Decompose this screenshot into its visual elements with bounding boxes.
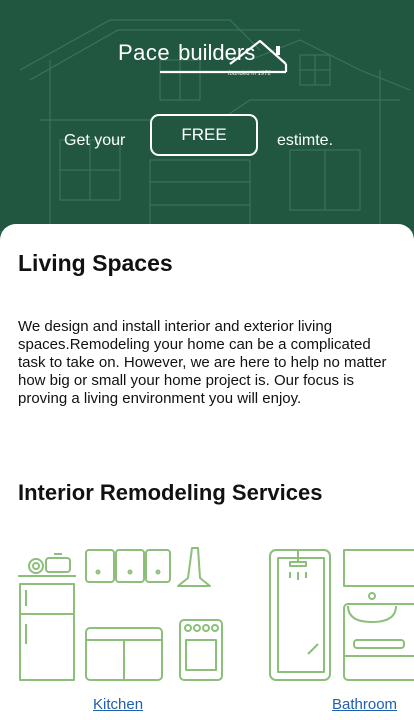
logo-brand-first: Pace [118,40,171,65]
pace-builders-logo[interactable]: Pace builders founded in 1972 [118,36,300,86]
logo-wordmark: Pace builders [118,40,255,66]
content-card: Living Spaces We design and install inte… [0,224,414,720]
kitchen-icon[interactable] [14,544,254,684]
kitchen-link[interactable]: Kitchen [93,696,143,713]
hero-banner: Pace builders founded in 1972 Get your FR… [0,0,414,250]
bathroom-link[interactable]: Bathroom [332,696,397,713]
services-heading: Interior Remodeling Services [18,480,323,505]
free-estimate-button[interactable]: FREE [150,114,258,156]
bathroom-icon[interactable] [268,544,414,684]
logo-brand-second: builders [178,40,256,65]
page-title: Living Spaces [18,250,173,276]
cta-suffix: estimte. [277,132,334,149]
estimate-cta: Get your FREE estimte. [0,112,414,160]
logo-founded-text: founded in 1972 [228,71,272,77]
intro-paragraph: We design and install interior and exter… [18,318,387,407]
services-carousel[interactable]: Kitchen Bathroom [0,544,414,720]
cta-prefix: Get your [64,132,126,149]
